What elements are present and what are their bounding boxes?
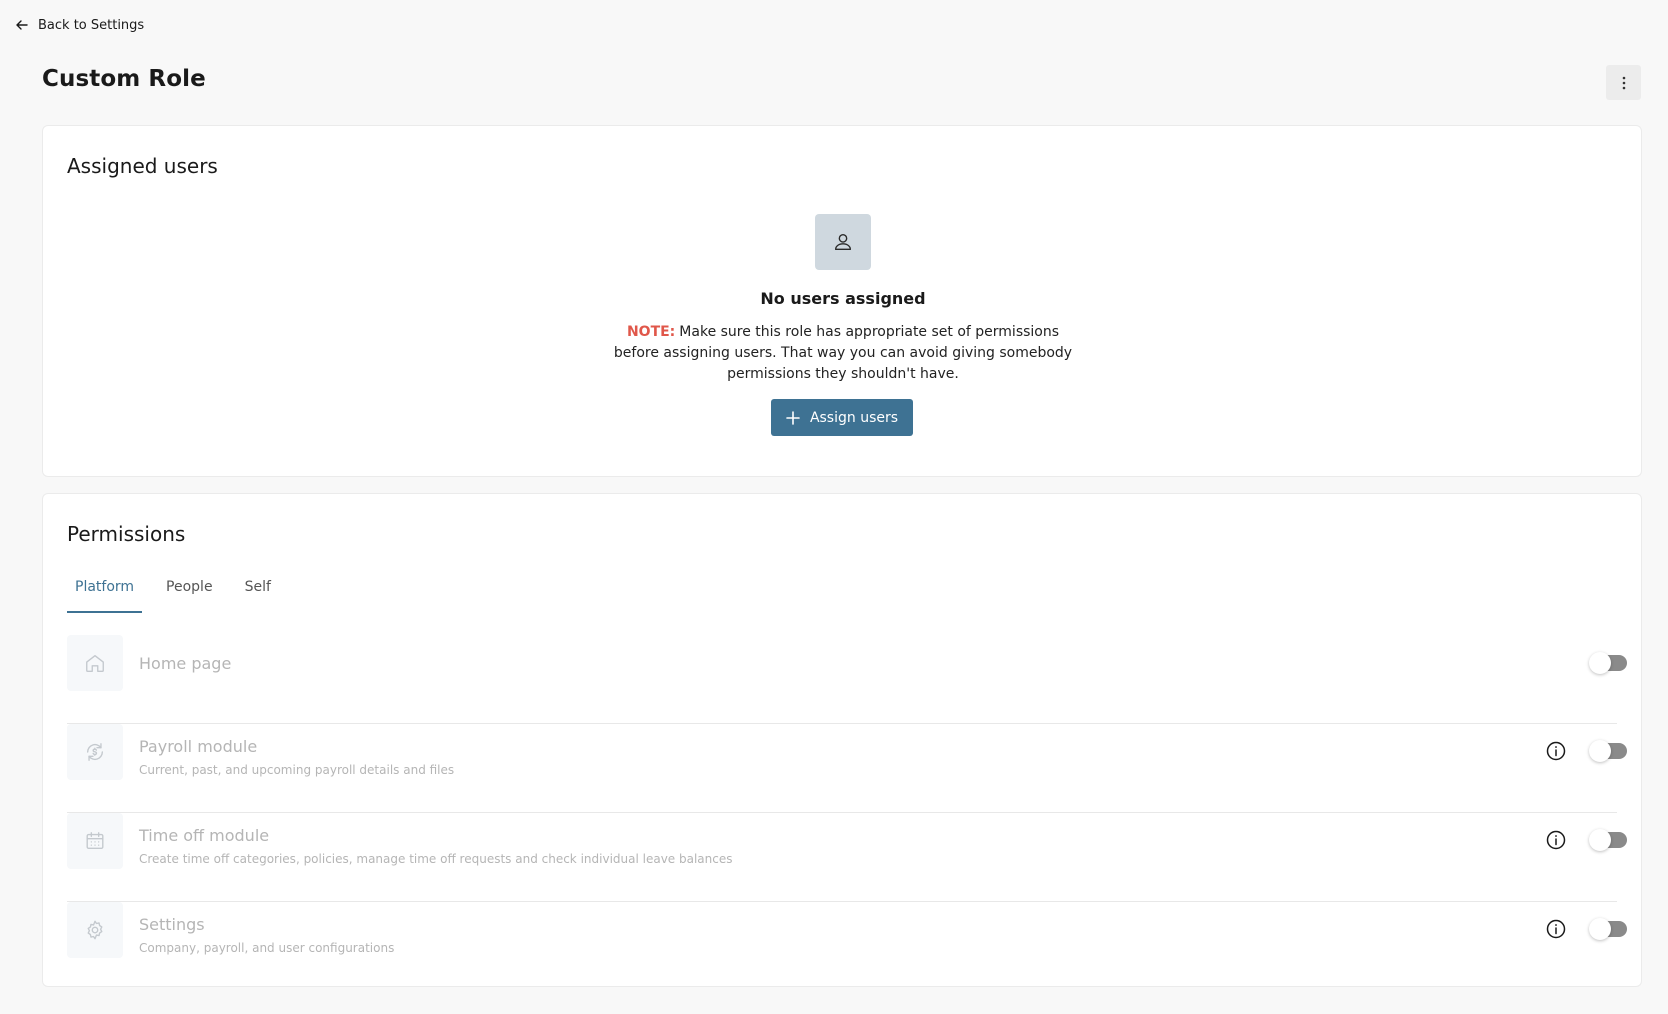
- calendar-icon: [86, 832, 104, 850]
- permission-icon-box: [67, 902, 123, 958]
- permission-icon-box: [67, 724, 123, 780]
- plus-icon: [786, 410, 800, 425]
- assign-users-label: Assign users: [809, 409, 899, 426]
- info-icon[interactable]: [1545, 829, 1567, 851]
- permission-toggle-home[interactable]: [1589, 652, 1627, 674]
- arrow-left-icon: [16, 20, 28, 30]
- permission-title: Home page: [139, 654, 232, 673]
- back-link-label: Back to Settings: [38, 17, 145, 33]
- home-icon: [86, 654, 104, 672]
- empty-state-title: No users assigned: [760, 289, 926, 308]
- permission-row-settings: Settings Company, payroll, and user conf…: [67, 902, 1627, 991]
- permissions-card: Permissions Platform People Self Home pa…: [42, 493, 1642, 987]
- user-icon: [834, 233, 852, 251]
- permission-row-home: Home page: [67, 635, 1627, 724]
- page-title: Custom Role: [42, 66, 206, 92]
- permission-title: Payroll module: [139, 737, 258, 756]
- tab-platform[interactable]: Platform: [67, 576, 143, 613]
- permission-description: Company, payroll, and user configuration…: [139, 941, 395, 955]
- toggle-knob: [1589, 829, 1611, 851]
- permission-description: Create time off categories, policies, ma…: [139, 852, 733, 866]
- toggle-knob: [1589, 918, 1611, 940]
- kebab-menu-icon: [1622, 76, 1625, 89]
- permission-icon-box: [67, 635, 123, 691]
- more-options-button[interactable]: [1606, 65, 1641, 100]
- assigned-users-card: Assigned users No users assigned NOTE: Ma…: [42, 125, 1642, 477]
- note-label: NOTE:: [626, 324, 676, 340]
- permission-row-payroll: Payroll module Current, past, and upcomi…: [67, 724, 1627, 813]
- gear-icon: [87, 920, 103, 940]
- tab-people[interactable]: People: [158, 576, 221, 613]
- permission-row-time-off: Time off module Create time off categori…: [67, 813, 1627, 902]
- permission-title: Time off module: [139, 826, 270, 845]
- assign-note: NOTE: Make sure this role has appropriate…: [608, 322, 1078, 385]
- info-icon[interactable]: [1545, 740, 1567, 762]
- permissions-tabs: Platform People Self: [67, 576, 295, 613]
- permission-toggle-payroll[interactable]: [1589, 740, 1627, 762]
- toggle-knob: [1589, 652, 1611, 674]
- toggle-knob: [1589, 740, 1611, 762]
- assign-users-button[interactable]: Assign users: [771, 399, 913, 436]
- empty-users-avatar: [815, 214, 871, 270]
- permissions-title: Permissions: [67, 522, 186, 546]
- back-to-settings-link[interactable]: Back to Settings: [14, 14, 144, 36]
- payroll-icon: [86, 743, 104, 761]
- permission-icon-box: [67, 813, 123, 869]
- permission-toggle-settings[interactable]: [1589, 918, 1627, 940]
- tab-self[interactable]: Self: [237, 576, 279, 613]
- note-text: Make sure this role has appropriate set …: [613, 324, 1073, 382]
- permission-toggle-time-off[interactable]: [1589, 829, 1627, 851]
- info-icon[interactable]: [1545, 918, 1567, 940]
- permission-title: Settings: [139, 915, 205, 934]
- permission-description: Current, past, and upcoming payroll deta…: [139, 763, 455, 777]
- assigned-users-title: Assigned users: [67, 154, 218, 178]
